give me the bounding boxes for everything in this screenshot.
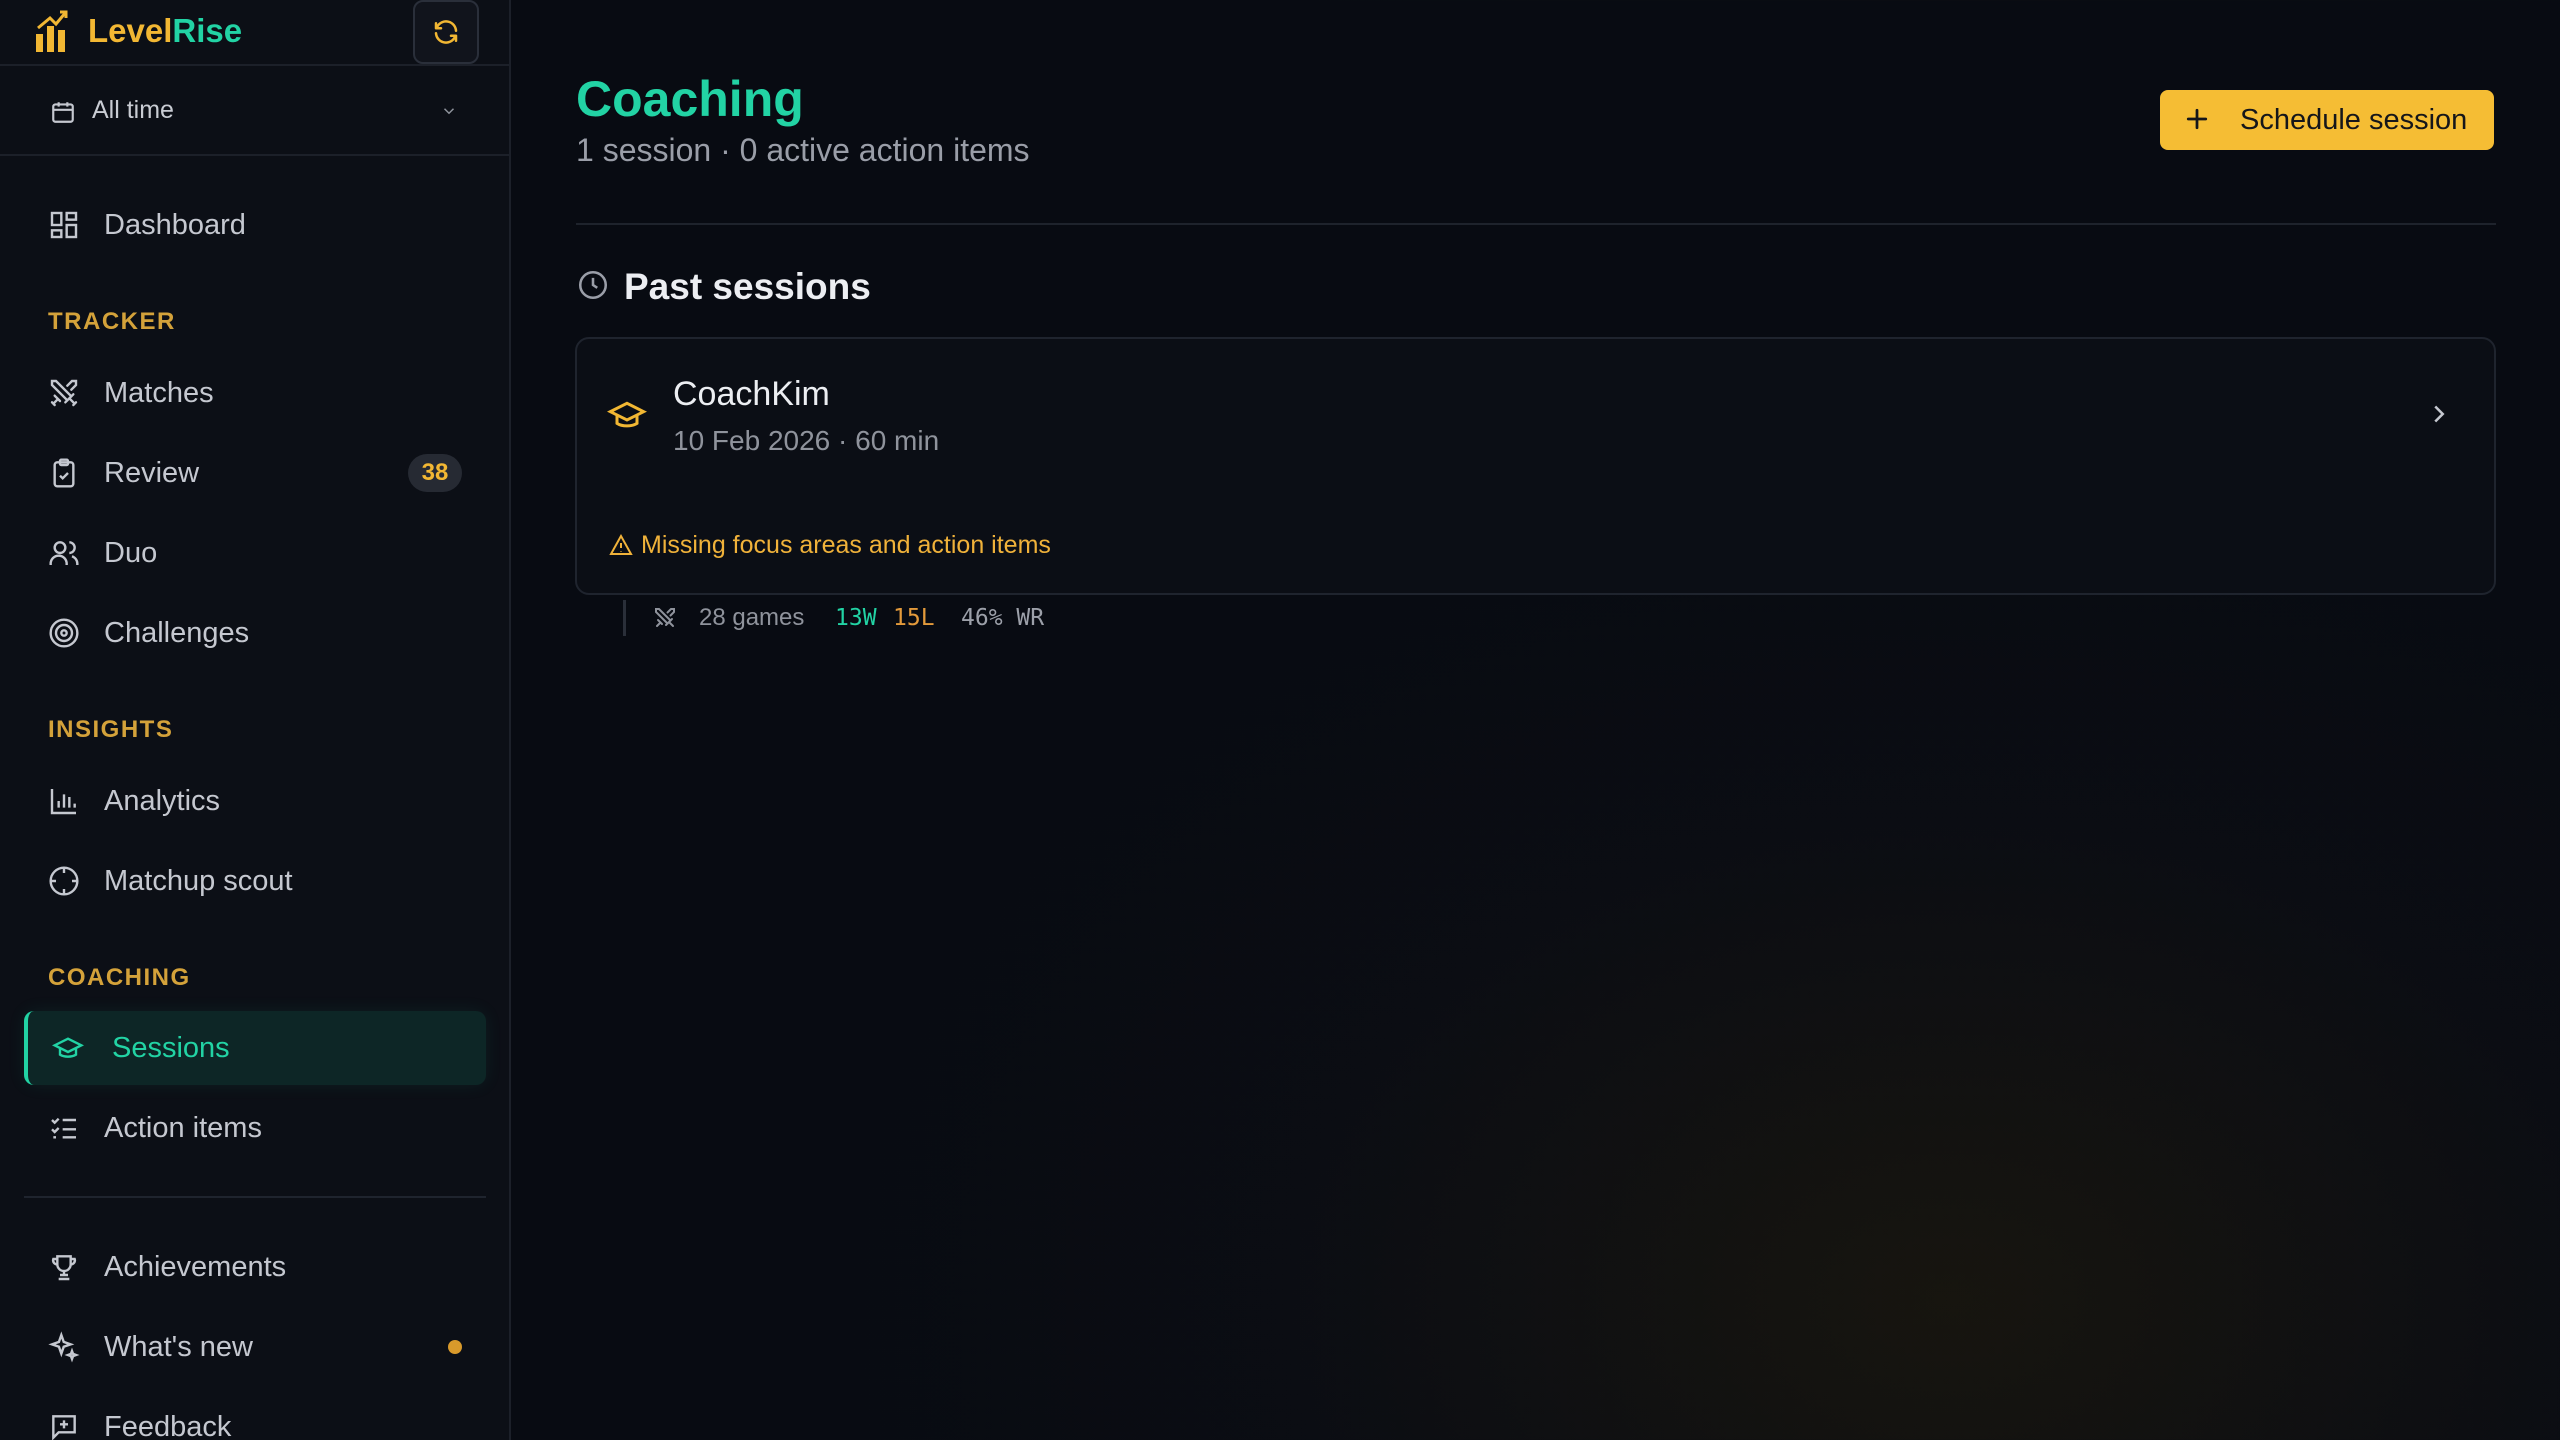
- trophy-icon: [51, 1255, 77, 1281]
- logo-icon: [36, 10, 68, 52]
- sidebar: LevelRise All time Dashboard TRACKER Mat…: [0, 0, 511, 1440]
- plus-icon: [2186, 108, 2208, 130]
- section-label-tracker: TRACKER: [48, 308, 176, 335]
- sidebar-item-label: What's new: [104, 1330, 253, 1363]
- page-subtitle: 1 session · 0 active action items: [576, 132, 1030, 168]
- wins-count: 13W: [835, 605, 877, 631]
- sidebar-divider: [24, 1196, 486, 1198]
- sidebar-item-label: Sessions: [112, 1031, 230, 1064]
- chevron-right-icon: [2434, 405, 2445, 423]
- sidebar-item-challenges[interactable]: Challenges: [24, 596, 486, 670]
- sidebar-item-label: Dashboard: [104, 208, 246, 241]
- graduation-cap-icon: [52, 1037, 84, 1058]
- time-filter-label: All time: [92, 96, 174, 124]
- sidebar-item-dashboard[interactable]: Dashboard: [24, 188, 486, 262]
- winrate: 46% WR: [961, 605, 1045, 631]
- sidebar-item-duo[interactable]: Duo: [24, 516, 486, 590]
- schedule-session-button[interactable]: Schedule session: [2160, 90, 2494, 150]
- refresh-button[interactable]: [413, 0, 479, 64]
- sidebar-item-review[interactable]: Review 38: [24, 436, 486, 510]
- stats-divider: [623, 600, 626, 636]
- sidebar-item-action-items[interactable]: Action items: [24, 1091, 486, 1165]
- sidebar-item-label: Review: [104, 456, 200, 489]
- sidebar-item-label: Matches: [104, 376, 214, 409]
- brand-header: LevelRise: [0, 0, 511, 66]
- sidebar-item-whats-new[interactable]: What's new: [24, 1310, 486, 1384]
- swords-icon: [655, 608, 675, 627]
- swords-icon: [50, 379, 78, 407]
- dashboard-icon: [50, 211, 78, 239]
- session-card[interactable]: CoachKim 10 Feb 2026 · 60 min Missing fo…: [575, 337, 2496, 595]
- sidebar-item-analytics[interactable]: Analytics: [24, 764, 486, 838]
- sidebar-item-label: Achievements: [104, 1250, 287, 1283]
- graduation-cap-icon: [607, 401, 647, 428]
- users-icon: [49, 541, 79, 565]
- session-warning: Missing focus areas and action items: [641, 531, 1051, 559]
- games-count: 28 games: [699, 604, 805, 631]
- section-label-insights: INSIGHTS: [48, 716, 174, 743]
- sidebar-item-label: Analytics: [104, 784, 221, 817]
- sidebar-item-label: Feedback: [104, 1410, 232, 1440]
- schedule-session-label: Schedule session: [2240, 104, 2468, 136]
- sidebar-item-label: Matchup scout: [104, 864, 293, 897]
- crosshair-icon: [49, 866, 79, 896]
- bar-chart-icon: [50, 789, 76, 815]
- clipboard-check-icon: [53, 458, 75, 488]
- app-name[interactable]: LevelRise: [88, 12, 242, 50]
- clock-icon: [578, 270, 608, 300]
- section-label-coaching: COACHING: [48, 964, 191, 991]
- refresh-icon: [434, 20, 458, 44]
- losses-count: 15L: [893, 605, 935, 631]
- sidebar-item-sessions[interactable]: Sessions: [24, 1011, 486, 1085]
- sidebar-item-matches[interactable]: Matches: [24, 356, 486, 430]
- sparkles-icon: [48, 1331, 80, 1363]
- session-meta: 10 Feb 2026 · 60 min: [673, 425, 940, 456]
- review-count-badge: 38: [408, 454, 462, 492]
- page-title: Coaching: [576, 71, 804, 127]
- sidebar-item-matchup-scout[interactable]: Matchup scout: [24, 844, 486, 918]
- sidebar-item-label: Challenges: [104, 616, 250, 649]
- calendar-icon: [52, 102, 74, 123]
- coach-name: CoachKim: [673, 375, 830, 413]
- message-plus-icon: [52, 1415, 76, 1440]
- sidebar-item-achievements[interactable]: Achievements: [24, 1230, 486, 1304]
- sidebar-item-feedback[interactable]: Feedback: [24, 1390, 486, 1440]
- new-indicator-dot: [448, 1340, 462, 1354]
- alert-triangle-icon: [609, 533, 633, 555]
- chevron-down-icon: [443, 108, 455, 115]
- sidebar-item-label: Duo: [104, 536, 158, 569]
- time-filter-select[interactable]: All time: [0, 66, 511, 156]
- target-icon: [49, 618, 79, 648]
- header-divider: [576, 223, 2496, 225]
- list-checks-icon: [51, 1117, 76, 1139]
- sidebar-item-label: Action items: [104, 1111, 262, 1144]
